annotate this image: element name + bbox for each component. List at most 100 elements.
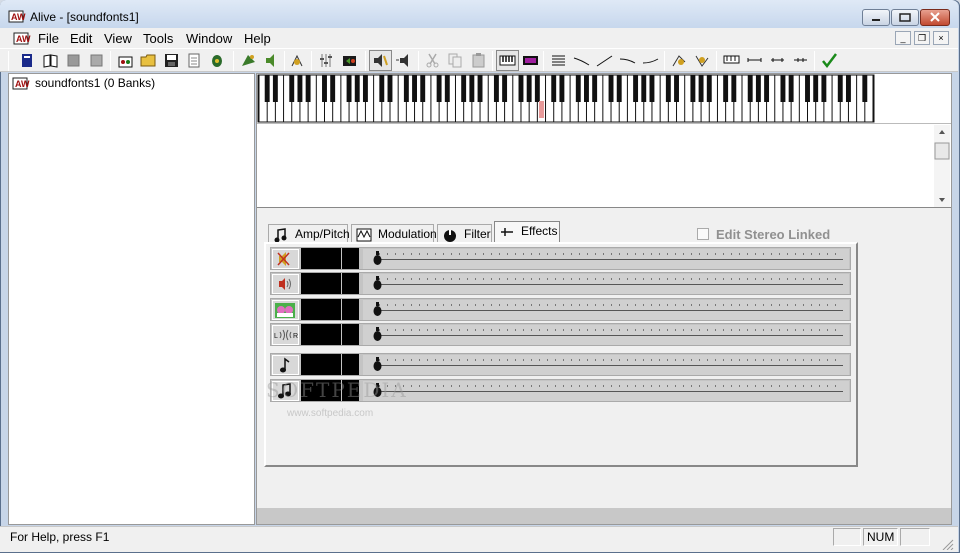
bug-icon[interactable] <box>209 52 226 69</box>
black-key[interactable] <box>649 75 655 102</box>
effect-slider[interactable] <box>363 274 849 294</box>
effect-slider[interactable] <box>363 300 849 320</box>
black-key[interactable] <box>526 75 532 102</box>
black-key[interactable] <box>805 75 810 102</box>
line-diag-icon[interactable] <box>573 52 590 69</box>
piano-keyboard[interactable] <box>257 74 951 124</box>
range-a-icon[interactable] <box>746 52 763 69</box>
black-key[interactable] <box>477 75 483 102</box>
checkmark-icon[interactable] <box>821 52 838 69</box>
tool-b-icon[interactable] <box>694 52 711 69</box>
page-icon[interactable] <box>186 52 203 69</box>
black-key[interactable] <box>641 75 647 102</box>
black-key[interactable] <box>330 75 336 102</box>
open-folder-icon[interactable] <box>140 52 157 69</box>
black-key[interactable] <box>420 75 426 102</box>
gray-box-2-icon[interactable] <box>88 52 105 69</box>
mdi-close-button[interactable]: × <box>933 31 949 45</box>
menu-help[interactable]: Help <box>244 31 271 46</box>
range-b-icon[interactable] <box>769 52 786 69</box>
black-key[interactable] <box>551 75 557 102</box>
black-key[interactable] <box>436 75 442 102</box>
black-key[interactable] <box>297 75 303 102</box>
black-key[interactable] <box>444 75 450 102</box>
black-key[interactable] <box>755 75 761 102</box>
menu-tools[interactable]: Tools <box>143 31 173 46</box>
curve-2-icon[interactable] <box>642 52 659 69</box>
effect-slider[interactable] <box>363 325 849 345</box>
black-key[interactable] <box>780 75 786 102</box>
black-key[interactable] <box>534 75 540 102</box>
black-key[interactable] <box>412 75 418 102</box>
slider-thumb[interactable] <box>373 276 382 292</box>
black-key[interactable] <box>272 75 278 102</box>
black-key[interactable] <box>264 75 270 102</box>
copy-icon[interactable] <box>447 52 464 69</box>
close-button[interactable] <box>920 9 950 26</box>
black-key[interactable] <box>698 75 704 102</box>
black-key[interactable] <box>821 75 827 102</box>
black-key[interactable] <box>616 75 622 102</box>
soundfont-tree[interactable] <box>8 73 255 525</box>
black-key[interactable] <box>665 75 671 102</box>
black-key[interactable] <box>305 75 311 102</box>
bottom-splitter[interactable] <box>257 508 951 524</box>
document-system-icon[interactable]: AW <box>13 30 31 46</box>
black-key[interactable] <box>575 75 581 102</box>
instrument-icon[interactable] <box>117 52 134 69</box>
cut-icon[interactable] <box>424 52 441 69</box>
leaf-icon[interactable] <box>240 52 257 69</box>
open-book-icon[interactable] <box>42 52 59 69</box>
black-key[interactable] <box>690 75 696 102</box>
mdi-restore-button[interactable]: ❐ <box>914 31 930 45</box>
tool-a-icon[interactable] <box>671 52 688 69</box>
black-key[interactable] <box>346 75 352 102</box>
black-key[interactable] <box>354 75 360 102</box>
lines-icon[interactable] <box>550 52 567 69</box>
black-key[interactable] <box>362 75 368 102</box>
black-key[interactable] <box>502 75 508 102</box>
black-key[interactable] <box>731 75 737 102</box>
black-key[interactable] <box>493 75 499 102</box>
black-key[interactable] <box>813 75 819 102</box>
menu-file[interactable]: File <box>38 31 59 46</box>
speaker-mute-icon[interactable] <box>395 52 412 69</box>
paste-icon[interactable] <box>470 52 487 69</box>
mixer-icon[interactable] <box>289 52 306 69</box>
black-key[interactable] <box>584 75 589 102</box>
new-bank-icon[interactable] <box>19 52 36 69</box>
black-key[interactable] <box>559 75 565 102</box>
effect-slider[interactable] <box>363 249 849 269</box>
black-key[interactable] <box>747 75 753 102</box>
black-key[interactable] <box>764 75 770 102</box>
equalizer-icon[interactable] <box>318 52 335 69</box>
black-key[interactable] <box>723 75 729 102</box>
black-key[interactable] <box>461 75 467 102</box>
keyboard-small-icon[interactable] <box>723 52 740 69</box>
effect-slider[interactable] <box>363 355 849 375</box>
tree-root-label[interactable]: soundfonts1 (0 Banks) <box>35 76 155 90</box>
maximize-button[interactable] <box>891 9 919 26</box>
black-key[interactable] <box>706 75 712 102</box>
keyboard-icon[interactable] <box>499 52 516 69</box>
info-scrollbar[interactable] <box>934 125 950 207</box>
menu-edit[interactable]: Edit <box>70 31 92 46</box>
slider-thumb[interactable] <box>373 357 382 373</box>
black-key[interactable] <box>592 75 598 102</box>
black-key[interactable] <box>837 75 843 102</box>
mdi-minimize-button[interactable]: _ <box>895 31 911 45</box>
black-key[interactable] <box>289 75 295 102</box>
black-key[interactable] <box>387 75 393 102</box>
speaker-tool-icon[interactable] <box>263 52 280 69</box>
line-diag-2-icon[interactable] <box>596 52 613 69</box>
slider-thumb[interactable] <box>373 251 382 267</box>
black-key[interactable] <box>518 75 524 102</box>
black-key[interactable] <box>608 75 614 102</box>
speaker-stop-icon[interactable] <box>372 52 389 69</box>
slider-thumb[interactable] <box>373 327 382 343</box>
curve-icon[interactable] <box>619 52 636 69</box>
black-key[interactable] <box>788 75 794 102</box>
black-key[interactable] <box>322 75 327 102</box>
menu-window[interactable]: Window <box>186 31 232 46</box>
title-bar[interactable] <box>0 0 958 30</box>
